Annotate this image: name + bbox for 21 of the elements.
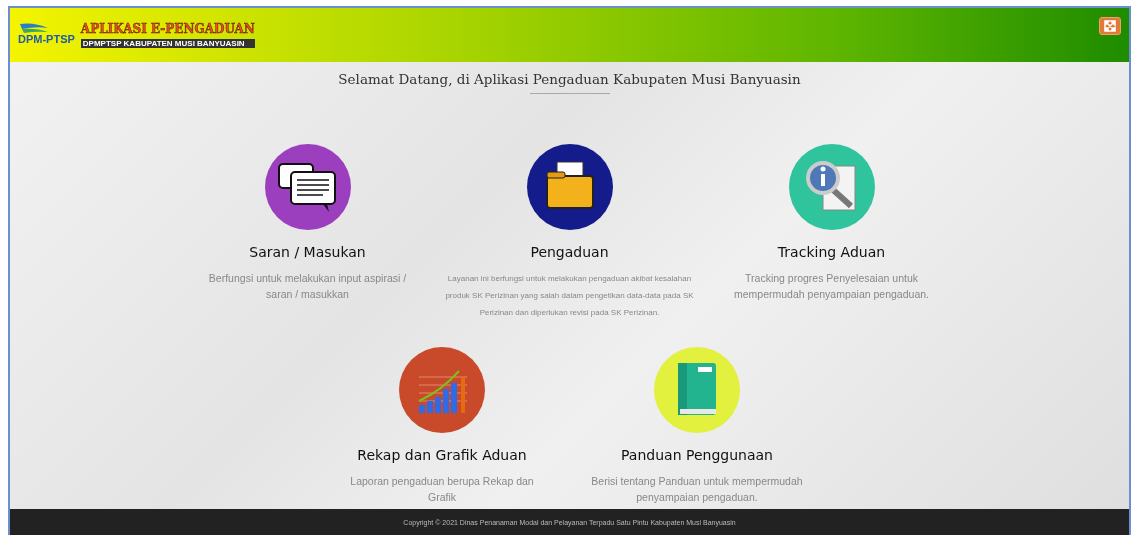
- card-description: Tracking progres Penyelesaian untuk mempermudah penyampaian pengaduan.: [733, 271, 930, 302]
- card-title[interactable]: Tracking Aduan: [777, 244, 886, 260]
- logo-icon: [20, 21, 48, 33]
- welcome-heading: Selamat Datang, di Aplikasi Pengaduan Kabupaten Musi Banyuasin: [338, 71, 801, 87]
- card-title[interactable]: Pengaduan: [530, 244, 609, 260]
- card-title[interactable]: Rekap dan Grafik Aduan: [357, 447, 527, 463]
- book-icon[interactable]: [654, 347, 740, 433]
- folder-icon[interactable]: [526, 144, 613, 230]
- app-subtitle: DPMPTSP KABUPATEN MUSI BANYUASIN: [80, 39, 255, 48]
- chat-icon[interactable]: [264, 144, 351, 230]
- card-description: Berisi tentang Panduan untuk mempermudah penyampaian pengaduan.: [590, 474, 804, 505]
- logo-text: DPM-PTSP: [18, 33, 75, 45]
- card-description: Laporan pengaduan berupa Rekap dan Grafik: [349, 474, 535, 505]
- card-description: Layanan ini berfungsi untuk melakukan pengaduan akibat kesalahan produk SK Perizinan yang salah dalam pengetikan data-data pada SK Perizinan dan diperlukan revisi pada SK Perizinan.: [444, 273, 695, 319]
- fullscreen-button[interactable]: [1099, 17, 1121, 35]
- card-title[interactable]: Panduan Penggunaan: [621, 447, 773, 463]
- app-title: APLIKASI E-PENGADUAN: [80, 22, 255, 36]
- card-description: Berfungsi untuk melakukan input aspirasi / saran / masukkan: [207, 271, 408, 302]
- card-title[interactable]: Saran / Masukan: [249, 244, 366, 260]
- chart-icon[interactable]: [399, 347, 485, 433]
- search-icon[interactable]: [788, 144, 875, 230]
